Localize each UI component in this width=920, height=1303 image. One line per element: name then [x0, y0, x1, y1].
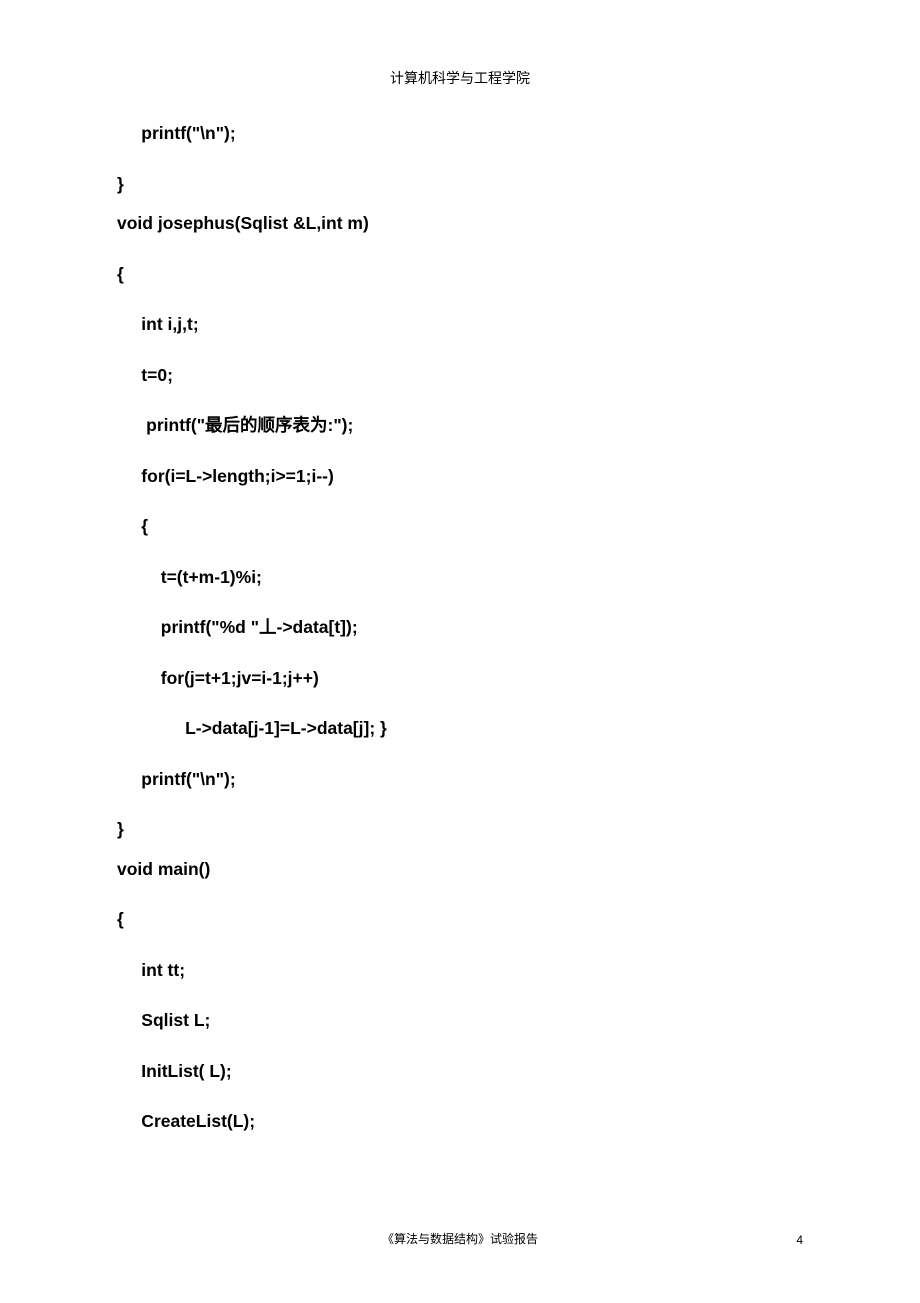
code-line: for(i=L->length;i>=1;i--): [117, 468, 803, 486]
code-line: int tt;: [117, 962, 803, 980]
code-line: printf("\n");: [117, 771, 803, 789]
code-line: t=(t+m-1)%i;: [117, 569, 803, 587]
code-line: }: [117, 176, 803, 194]
code-line: for(j=t+1;jv=i-1;j++): [117, 670, 803, 688]
code-line: }: [117, 821, 803, 839]
code-line: {: [117, 911, 803, 929]
code-line: printf("\n");: [117, 125, 803, 143]
page-header: 计算机科学与工程学院: [0, 68, 920, 88]
code-line: InitList( L);: [117, 1063, 803, 1081]
code-block: printf("\n"); } void josephus(Sqlist &L,…: [117, 125, 803, 1164]
page-footer: 《算法与数据结构》试验报告: [0, 1230, 920, 1247]
code-line: int i,j,t;: [117, 316, 803, 334]
code-line: CreateList(L);: [117, 1113, 803, 1131]
code-line: {: [117, 266, 803, 284]
code-line: {: [117, 518, 803, 536]
code-line: Sqlist L;: [117, 1012, 803, 1030]
code-line: void main(): [117, 861, 803, 879]
code-line: t=0;: [117, 367, 803, 385]
page-number: 4: [796, 1233, 803, 1247]
code-line: printf("%d "丄->data[t]);: [117, 619, 803, 637]
code-line: printf("最后的顺序表为:");: [117, 417, 803, 435]
code-line: L->data[j-1]=L->data[j]; }: [117, 720, 803, 738]
code-line: void josephus(Sqlist &L,int m): [117, 215, 803, 233]
